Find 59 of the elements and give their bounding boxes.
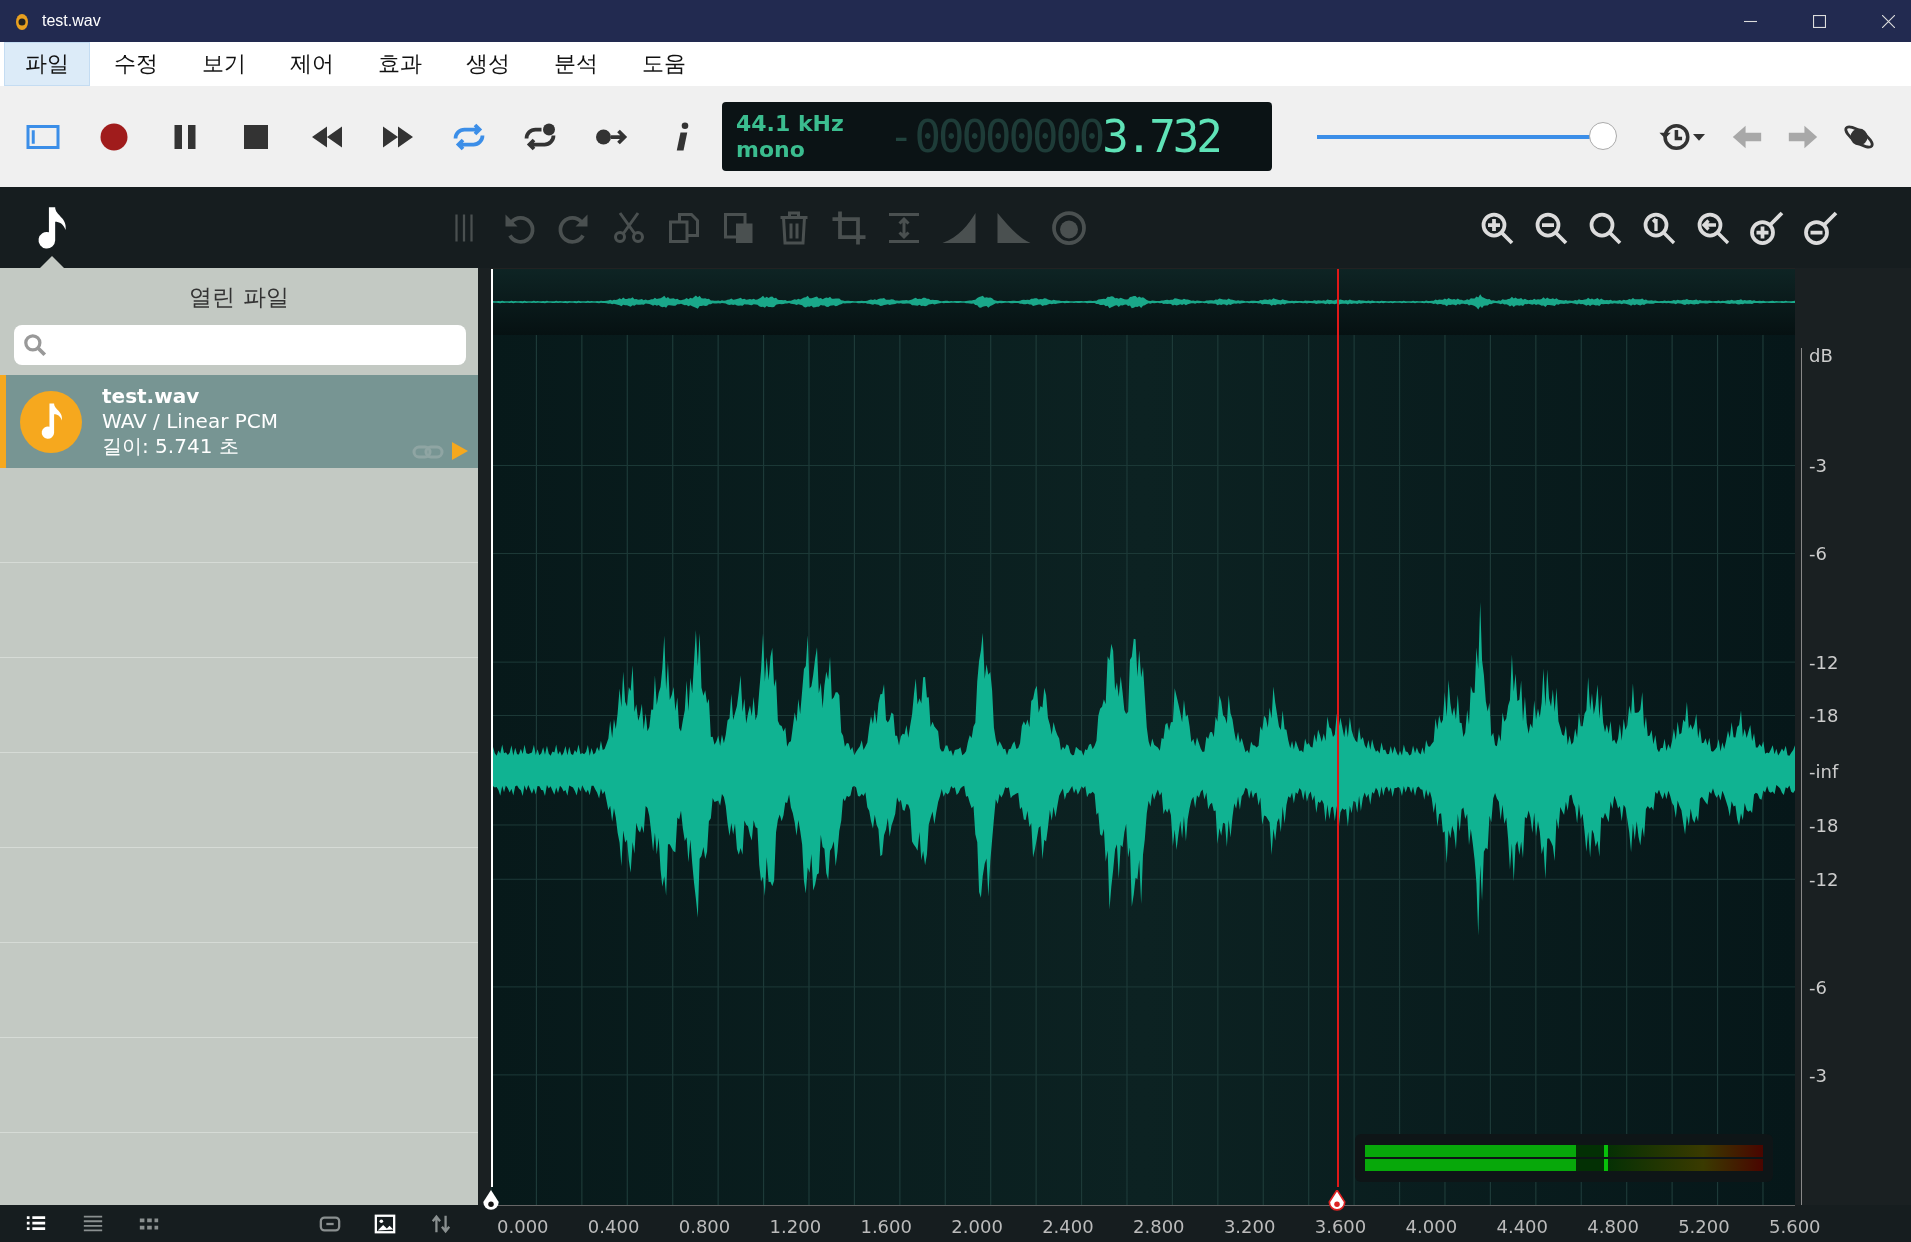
file-name: test.wav [102, 384, 201, 409]
sample-rate: 44.1 kHz [736, 110, 845, 137]
db-scale-label: -18 [1809, 704, 1839, 726]
db-scale-label: -6 [1809, 542, 1827, 564]
link-icon[interactable] [319, 1213, 341, 1235]
time-ruler-label: 5.200 [1678, 1216, 1730, 1237]
time-ruler-label: 3.200 [1223, 1216, 1276, 1237]
menu-item[interactable]: 제어 [270, 42, 354, 86]
file-duration: 길이: 5.741 초 [102, 434, 240, 459]
music-note-icon [20, 390, 82, 453]
playhead-marker-icon[interactable] [1328, 1190, 1347, 1212]
db-scale-label: -12 [1809, 868, 1839, 890]
time-ruler-label: 4.000 [1405, 1216, 1458, 1237]
db-scale-label: -3 [1809, 1064, 1827, 1086]
db-scale-label: -12 [1809, 651, 1839, 673]
app-logo-icon [14, 11, 30, 31]
menu-item[interactable]: 생성 [446, 42, 530, 86]
search-field[interactable] [14, 325, 466, 365]
file-format: WAV / Linear PCM [102, 409, 278, 434]
overview-waveform-drawing[interactable] [491, 269, 1795, 335]
time-ruler-label: 0.000 [497, 1216, 549, 1237]
search-icon [22, 332, 48, 358]
db-scale-label: dB [1809, 344, 1833, 366]
time-ruler-label: 0.400 [587, 1216, 640, 1237]
db-scale-label: -18 [1809, 814, 1839, 836]
maximize-icon[interactable] [1813, 14, 1826, 28]
menu-item[interactable]: 수정 [94, 42, 178, 86]
db-scale-label: -3 [1809, 454, 1827, 476]
playhead-line[interactable] [1337, 269, 1340, 1187]
menu-item[interactable]: 분석 [534, 42, 618, 86]
volume-thumb[interactable] [1589, 121, 1617, 150]
time-ruler-label: 0.800 [678, 1216, 731, 1237]
time-value: 3.732 [1102, 111, 1220, 162]
time-ruler-label: 1.600 [860, 1216, 912, 1237]
time-ruler-label: 4.400 [1496, 1216, 1548, 1237]
db-scale-label: -inf [1809, 760, 1839, 782]
time-sign: - [894, 113, 909, 160]
menu-item[interactable]: 파일 [4, 42, 90, 86]
db-scale-label: -6 [1809, 976, 1827, 998]
window-title: test.wav [42, 12, 101, 30]
vertical-zoom-in-icon[interactable] [1749, 209, 1785, 246]
menu-item[interactable]: 도움 [622, 42, 706, 86]
time-ruler-label: 4.800 [1587, 1216, 1639, 1237]
time-ruler-label: 5.600 [1769, 1216, 1821, 1237]
channel-mode: mono [736, 136, 806, 163]
menu-item[interactable]: 보기 [182, 42, 266, 86]
time-ruler-label: 2.000 [951, 1216, 1003, 1237]
time-ruler-label: 2.800 [1133, 1216, 1185, 1237]
time-ruler-label: 3.600 [1314, 1216, 1367, 1237]
menu-item[interactable]: 효과 [358, 42, 442, 86]
sidebar-title: 열린 파일 [188, 283, 290, 312]
close-icon[interactable] [1882, 14, 1895, 28]
start-marker[interactable] [491, 269, 493, 1187]
start-marker-icon[interactable] [482, 1190, 500, 1212]
time-ruler-label: 1.200 [769, 1216, 822, 1237]
sort-arrows-icon[interactable] [430, 1213, 452, 1235]
time-ruler-label: 2.400 [1042, 1216, 1094, 1237]
image-icon[interactable] [374, 1213, 396, 1235]
vertical-zoom-out-icon[interactable] [1803, 209, 1839, 246]
